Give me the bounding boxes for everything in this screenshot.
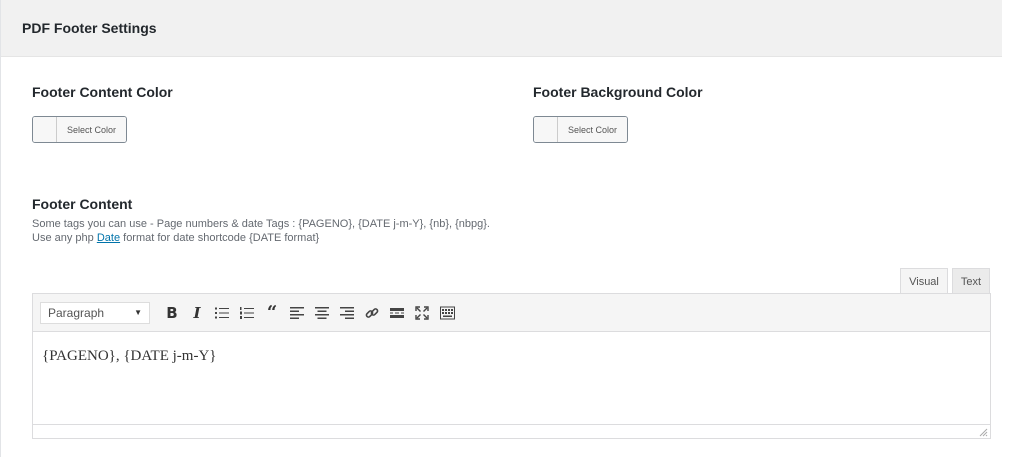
align-center-icon[interactable] [310,301,334,325]
panel-header: PDF Footer Settings [1,0,1002,57]
footer-content-color-button[interactable]: Select Color [32,116,127,143]
fullscreen-icon[interactable] [410,301,434,325]
link-icon[interactable] [360,301,384,325]
bullet-list-icon[interactable] [210,301,234,325]
tab-visual[interactable]: Visual [900,268,948,294]
description-suffix: format for date shortcode {DATE format} [120,232,320,244]
footer-content-label: Footer Content [32,196,133,212]
select-color-label: Select Color [558,117,627,142]
toolbar-toggle-icon[interactable] [435,301,459,325]
color-swatch [534,117,558,142]
color-swatch [33,117,57,142]
read-more-icon[interactable] [385,301,409,325]
date-format-link[interactable]: Date [97,232,120,244]
bold-icon[interactable]: B [160,301,184,325]
footer-background-color-label: Footer Background Color [533,84,703,100]
footer-background-color-button[interactable]: Select Color [533,116,628,143]
description-prefix: Use any php [32,232,97,244]
select-color-label: Select Color [57,117,126,142]
resize-handle-icon[interactable] [979,428,988,437]
editor-toolbar: Paragraph ▼ B I “ [33,294,990,332]
editor-statusbar [33,424,990,438]
footer-content-editor: Paragraph ▼ B I “ {PAGENO}, {DATE j-m-Y} [32,293,991,439]
chevron-down-icon: ▼ [134,308,142,317]
footer-content-description-line2: Use any php Date format for date shortco… [32,232,319,245]
align-left-icon[interactable] [285,301,309,325]
blockquote-icon[interactable]: “ [260,301,284,325]
format-select[interactable]: Paragraph ▼ [40,301,150,324]
format-select-value: Paragraph [48,305,105,320]
footer-content-description-line1: Some tags you can use - Page numbers & d… [32,218,490,230]
footer-content-color-label: Footer Content Color [32,84,173,100]
align-right-icon[interactable] [335,301,359,325]
editor-content-area[interactable]: {PAGENO}, {DATE j-m-Y} [33,332,990,424]
pdf-footer-settings-panel: PDF Footer Settings Footer Content Color… [0,0,1002,457]
panel-title: PDF Footer Settings [22,20,157,36]
numbered-list-icon[interactable] [235,301,259,325]
italic-icon[interactable]: I [185,301,209,325]
tab-text[interactable]: Text [952,268,990,294]
